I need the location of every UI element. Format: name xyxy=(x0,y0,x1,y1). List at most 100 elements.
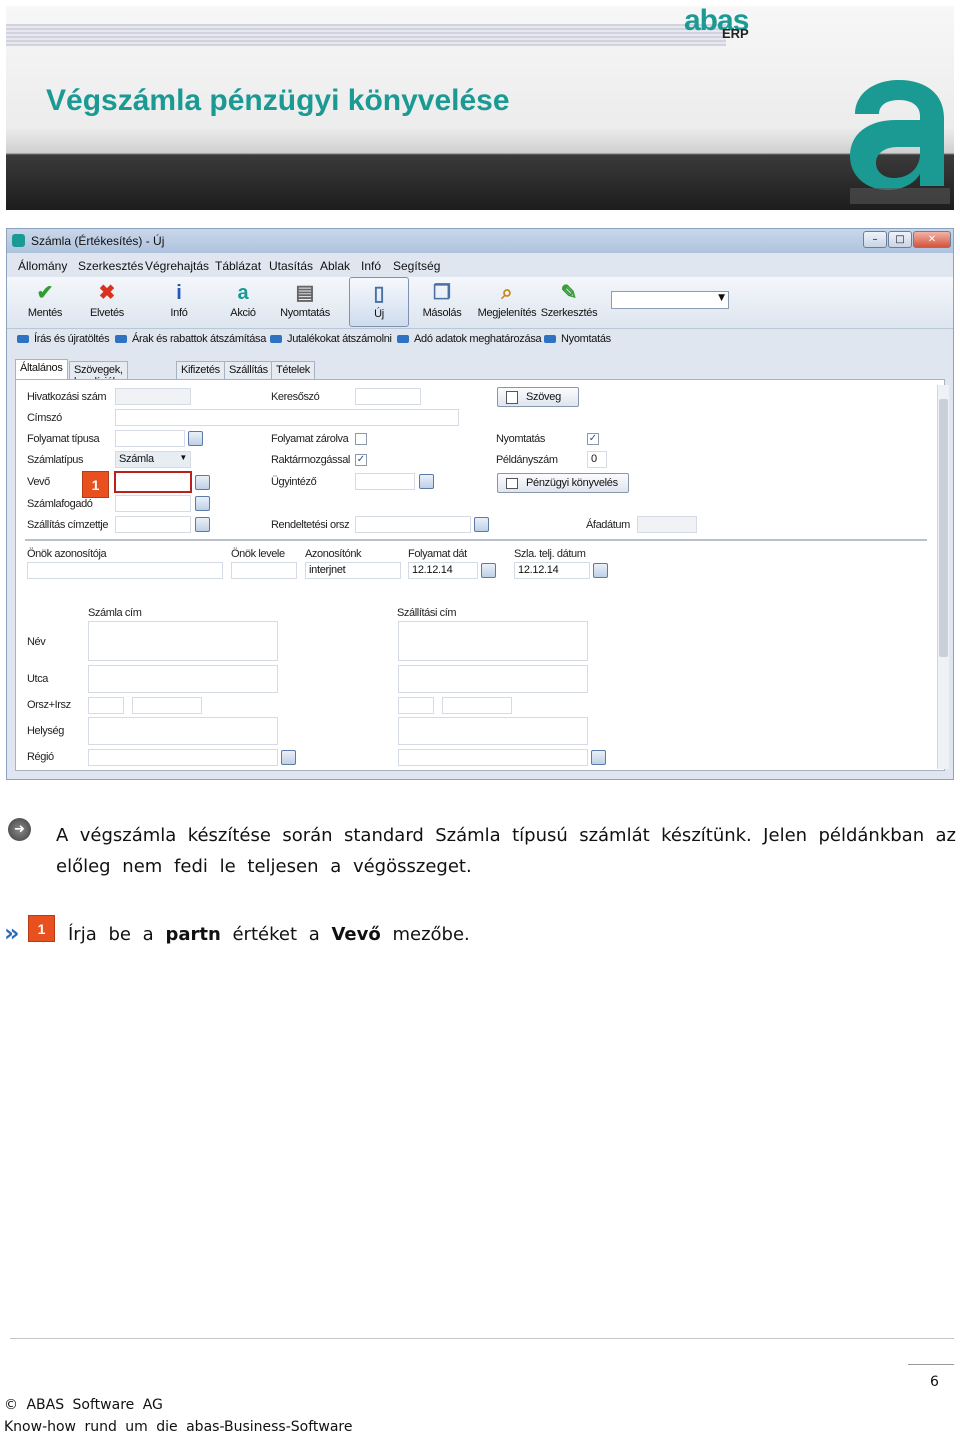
szamlafogado-field[interactable] xyxy=(115,495,191,512)
tab-szallitas[interactable]: Szállítás xyxy=(224,361,273,379)
toolbar-dropdown[interactable]: ▼ xyxy=(611,291,729,309)
szallitasi-utca-field[interactable] xyxy=(398,665,588,693)
cimszo-field[interactable] xyxy=(115,409,459,426)
action-write-reload[interactable]: Írás és újratöltés xyxy=(17,333,110,345)
folyamat-dat-field[interactable]: 12.12.14 xyxy=(408,562,478,579)
menu-segitseg[interactable]: Segítség xyxy=(393,259,440,273)
szallitasi-irsz-field[interactable] xyxy=(442,697,512,714)
print-button[interactable]: ▤ Nyomtatás xyxy=(275,277,335,327)
szamla-nev-field[interactable] xyxy=(88,621,278,661)
tab-kifizetes[interactable]: Kifizetés xyxy=(176,361,225,379)
step-instruction: Írja be a partn értéket a Vevő mezőbe. xyxy=(68,919,470,950)
szallitas-cimzettje-field[interactable] xyxy=(115,516,191,533)
szamla-orsz-field[interactable] xyxy=(88,697,124,714)
vevo-picker-icon[interactable] xyxy=(195,475,210,490)
menu-vegrehajtas[interactable]: Végrehajtás xyxy=(145,259,209,273)
szamlafogado-picker-icon[interactable] xyxy=(195,496,210,511)
szamla-regio-field[interactable] xyxy=(88,749,278,766)
szamla-utca-field[interactable] xyxy=(88,665,278,693)
discard-button[interactable]: ✖ Elvetés xyxy=(77,277,137,327)
new-button[interactable]: ▯ Új xyxy=(349,277,409,327)
minimize-icon[interactable]: – xyxy=(863,231,887,248)
penzugyi-konyveles-button[interactable]: Pénzügyi könyvelés xyxy=(497,473,629,493)
action-tax-data[interactable]: Adó adatok meghatározása xyxy=(397,333,542,345)
rendeltetesi-orsz-field[interactable] xyxy=(355,516,471,533)
action-button[interactable]: a Akció xyxy=(213,277,273,327)
vevo-field[interactable] xyxy=(114,471,192,493)
display-button[interactable]: ⌕ Megjelenítés xyxy=(477,277,537,327)
ugyintezo-field[interactable] xyxy=(355,473,415,490)
raktarmozgassal-checkbox[interactable]: ✓ xyxy=(355,454,367,466)
szallitasi-regio-field[interactable] xyxy=(398,749,588,766)
section-divider xyxy=(25,539,927,541)
rendeltetesi-orsz-picker-icon[interactable] xyxy=(474,517,489,532)
menu-bar: Állomány Szerkesztés Végrehajtás Tábláza… xyxy=(7,255,953,277)
label-szallitasi-cim: Szállítási cím xyxy=(397,607,457,619)
nyomtatas-checkbox[interactable]: ✓ xyxy=(587,433,599,445)
label-utca: Utca xyxy=(27,673,49,685)
folyamat-tipusa-picker-icon[interactable] xyxy=(188,431,203,446)
menu-tablazat[interactable]: Táblázat xyxy=(215,259,261,273)
afadatum-field[interactable] xyxy=(637,516,697,533)
szla-telj-datum-field[interactable]: 12.12.14 xyxy=(514,562,590,579)
keresoszo-field[interactable] xyxy=(355,388,421,405)
onok-levele-field[interactable] xyxy=(231,562,297,579)
abas-action-icon: a xyxy=(237,282,249,304)
label-hivatkozasi-szam: Hivatkozási szám xyxy=(27,391,107,403)
folyamat-zarolva-checkbox[interactable] xyxy=(355,433,367,445)
save-button[interactable]: ✔ Mentés xyxy=(15,277,75,327)
onok-azonositoja-field[interactable] xyxy=(27,562,223,579)
menu-utasitas[interactable]: Utasítás xyxy=(269,259,313,273)
info-button[interactable]: i Infó xyxy=(149,277,209,327)
szamlatipus-value: Számla xyxy=(119,453,154,465)
label-szla-telj-datum: Szla. telj. dátum xyxy=(514,548,586,560)
szallitasi-orsz-field[interactable] xyxy=(398,697,434,714)
calendar-icon[interactable] xyxy=(481,563,496,578)
szallitasi-regio-picker-icon[interactable] xyxy=(591,750,606,765)
step-1-badge: 1 xyxy=(28,915,55,942)
step-marker-icon: » xyxy=(4,919,20,947)
menu-info[interactable]: Infó xyxy=(361,259,381,273)
menu-szerkesztes[interactable]: Szerkesztés xyxy=(78,259,143,273)
szamla-regio-picker-icon[interactable] xyxy=(281,750,296,765)
action-recalc-prices[interactable]: Árak és rabattok átszámítása xyxy=(115,333,266,345)
label-azonositonk: Azonosítónk xyxy=(305,548,362,560)
close-icon[interactable]: ✕ xyxy=(913,231,951,248)
action-recalc-commissions[interactable]: Jutalékokat átszámolni xyxy=(270,333,392,345)
label-folyamat-zarolva: Folyamat zárolva xyxy=(271,433,349,445)
label-szallitas-cimzettje: Szállítás címzettje xyxy=(27,519,109,531)
maximize-icon[interactable]: □ xyxy=(888,231,912,248)
tab-altalanos[interactable]: Általános xyxy=(15,359,68,380)
label-cimszo: Címszó xyxy=(27,412,62,424)
copy-button[interactable]: ❐ Másolás xyxy=(412,277,472,327)
tab-tetelek[interactable]: Tételek xyxy=(271,361,315,379)
label-onok-levele: Önök levele xyxy=(231,548,285,560)
peldanyszam-field[interactable]: 0 xyxy=(587,451,607,468)
window-title: Számla (Értékesítés) - Új xyxy=(31,234,165,248)
folyamat-tipusa-field[interactable] xyxy=(115,430,185,447)
edit-button[interactable]: ✎ Szerkesztés xyxy=(539,277,599,327)
szallitasi-nev-field[interactable] xyxy=(398,621,588,661)
szamla-helyseg-field[interactable] xyxy=(88,717,278,745)
calendar-icon[interactable] xyxy=(593,563,608,578)
copy-icon: ❐ xyxy=(433,282,451,304)
szamla-irsz-field[interactable] xyxy=(132,697,202,714)
szamlatipus-select[interactable]: Számla ▼ xyxy=(115,451,191,468)
szoveg-button[interactable]: Szöveg xyxy=(497,387,579,407)
label-keresoszo: Keresőszó xyxy=(271,391,320,403)
scrollbar-thumb[interactable] xyxy=(939,399,948,657)
ugyintezo-picker-icon[interactable] xyxy=(419,474,434,489)
azonositonk-field[interactable]: interjnet xyxy=(305,562,401,579)
vertical-scrollbar[interactable] xyxy=(937,385,949,769)
szallitasi-helyseg-field[interactable] xyxy=(398,717,588,745)
hivatkozasi-szam-field[interactable] xyxy=(115,388,191,405)
szallitas-cimzettje-picker-icon[interactable] xyxy=(195,517,210,532)
menu-allomany[interactable]: Állomány xyxy=(18,259,67,273)
footer-tagline: Know-how rund um die abas-Business-Softw… xyxy=(4,1419,353,1435)
menu-ablak[interactable]: Ablak xyxy=(320,259,350,273)
action-print[interactable]: Nyomtatás xyxy=(544,333,611,345)
label-peldanyszam: Példányszám xyxy=(496,454,558,466)
label-ugyintezo: Ügyintéző xyxy=(271,476,317,488)
footer-copyright: © ABAS Software AG xyxy=(4,1397,163,1413)
tab-szovegek[interactable]: Szövegek, kondíciók xyxy=(69,361,128,388)
